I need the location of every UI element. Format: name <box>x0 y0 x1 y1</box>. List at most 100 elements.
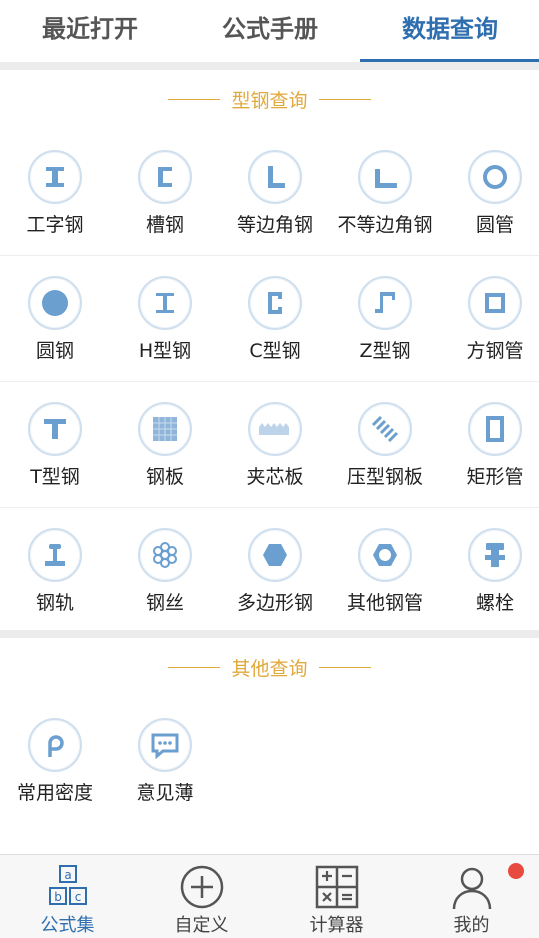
profiled-sheet-icon <box>358 402 412 456</box>
grid-row: 常用密度 意见薄 <box>0 698 539 823</box>
grid-item-label: 槽钢 <box>145 214 184 236</box>
grid-item-z-steel[interactable]: Z型钢 <box>330 256 440 381</box>
grid-item-c-steel[interactable]: C型钢 <box>220 256 330 381</box>
grid-item-steel-plate[interactable]: 钢板 <box>110 382 220 507</box>
grid-item-label: 圆管 <box>475 214 514 236</box>
grid-item-label: 常用密度 <box>16 782 93 804</box>
round-bar-icon <box>28 276 82 330</box>
svg-text:a: a <box>64 868 71 882</box>
grid-item-label: C型钢 <box>249 340 301 362</box>
steel-grid: 工字钢 槽钢 等边角钢 不等边角钢 圆管 圆钢 H型钢 C型钢 Z型钢 方钢管 … <box>0 130 539 633</box>
sandwich-panel-icon <box>248 402 302 456</box>
grid-row: 钢轨 钢丝 多边形钢 其他钢管 螺栓 <box>0 508 539 633</box>
other-grid: 常用密度 意见薄 <box>0 698 539 823</box>
tab-data-query[interactable]: 数据查询 <box>360 0 539 62</box>
grid-item-profiled-sheet[interactable]: 压型钢板 <box>330 382 440 507</box>
nav-label: 公式集 <box>40 915 95 936</box>
density-icon <box>28 718 82 772</box>
grid-item-feedback[interactable]: 意见薄 <box>110 698 220 823</box>
grid-item-unequal-angle[interactable]: 不等边角钢 <box>330 130 440 255</box>
nav-calculator[interactable]: 计算器 <box>269 855 404 938</box>
grid-item-t-steel[interactable]: T型钢 <box>0 382 110 507</box>
grid-item-label: 压型钢板 <box>346 466 423 488</box>
svg-text:c: c <box>75 890 82 904</box>
rect-tube-icon <box>468 402 522 456</box>
tab-formula-handbook[interactable]: 公式手册 <box>180 0 360 62</box>
grid-item-label: 螺栓 <box>475 592 514 614</box>
rail-icon <box>28 528 82 582</box>
grid-item-rect-tube[interactable]: 矩形管 <box>440 382 539 507</box>
bolt-icon <box>468 528 522 582</box>
feedback-icon <box>138 718 192 772</box>
plus-circle-icon <box>180 865 224 909</box>
section-title-steel: 型钢查询 <box>0 86 539 116</box>
grid-item-label: 其他钢管 <box>346 592 423 614</box>
grid-row: 工字钢 槽钢 等边角钢 不等边角钢 圆管 <box>0 130 539 256</box>
divider <box>168 667 221 668</box>
grid-item-label: 方钢管 <box>466 340 524 362</box>
grid-item-label: 等边角钢 <box>236 214 313 236</box>
nav-formula-set[interactable]: a b c 公式集 <box>0 855 135 938</box>
grid-item-label: 钢轨 <box>35 592 74 614</box>
bottom-nav-bar: a b c 公式集 自定义 计算器 我的 <box>0 854 539 938</box>
notification-badge <box>508 863 524 879</box>
divider <box>0 62 539 70</box>
divider <box>168 99 221 100</box>
grid-item-label: 意见薄 <box>136 782 194 804</box>
grid-item-h-beam[interactable]: H型钢 <box>110 256 220 381</box>
tab-recent[interactable]: 最近打开 <box>0 0 180 62</box>
grid-item-density[interactable]: 常用密度 <box>0 698 110 823</box>
grid-item-wire[interactable]: 钢丝 <box>110 508 220 633</box>
channel-steel-icon <box>138 150 192 204</box>
wire-icon <box>138 528 192 582</box>
divider <box>318 667 371 668</box>
nav-label: 我的 <box>453 915 490 936</box>
grid-item-rail[interactable]: 钢轨 <box>0 508 110 633</box>
nav-customize[interactable]: 自定义 <box>134 855 269 938</box>
grid-item-square-tube[interactable]: 方钢管 <box>440 256 539 381</box>
grid-item-label: 圆钢 <box>35 340 74 362</box>
grid-item-bolt[interactable]: 螺栓 <box>440 508 539 633</box>
i-beam-icon <box>28 150 82 204</box>
section-title-other-text: 其他查询 <box>231 658 308 680</box>
divider <box>0 630 539 638</box>
unequal-angle-icon <box>358 150 412 204</box>
divider <box>318 99 371 100</box>
grid-item-label: 工字钢 <box>26 214 84 236</box>
grid-item-i-beam[interactable]: 工字钢 <box>0 130 110 255</box>
steel-plate-icon <box>138 402 192 456</box>
grid-item-sandwich-panel[interactable]: 夹芯板 <box>220 382 330 507</box>
equal-angle-icon <box>248 150 302 204</box>
grid-item-label: Z型钢 <box>359 340 411 362</box>
t-steel-icon <box>28 402 82 456</box>
svg-text:b: b <box>54 890 62 904</box>
grid-item-label: T型钢 <box>30 466 80 488</box>
c-steel-icon <box>248 276 302 330</box>
calculator-icon <box>315 865 359 909</box>
grid-item-round-pipe[interactable]: 圆管 <box>440 130 539 255</box>
grid-row: 圆钢 H型钢 C型钢 Z型钢 方钢管 <box>0 256 539 382</box>
z-steel-icon <box>358 276 412 330</box>
section-title-steel-text: 型钢查询 <box>231 90 308 112</box>
nav-label: 自定义 <box>174 915 229 936</box>
section-title-other: 其他查询 <box>0 654 539 684</box>
grid-item-label: 矩形管 <box>466 466 524 488</box>
grid-item-other-pipe[interactable]: 其他钢管 <box>330 508 440 633</box>
grid-item-label: 夹芯板 <box>246 466 304 488</box>
nav-label: 计算器 <box>309 915 364 936</box>
formula-set-icon: a b c <box>49 865 87 905</box>
grid-item-hexagon-steel[interactable]: 多边形钢 <box>220 508 330 633</box>
grid-item-label: 不等边角钢 <box>337 214 433 236</box>
user-icon <box>452 867 492 910</box>
top-tab-bar: 最近打开 公式手册 数据查询 <box>0 0 539 62</box>
grid-item-channel-steel[interactable]: 槽钢 <box>110 130 220 255</box>
h-beam-icon <box>138 276 192 330</box>
other-pipe-icon <box>358 528 412 582</box>
grid-item-label: H型钢 <box>138 340 192 362</box>
grid-item-label: 钢丝 <box>145 592 184 614</box>
round-pipe-icon <box>468 150 522 204</box>
grid-item-equal-angle[interactable]: 等边角钢 <box>220 130 330 255</box>
grid-item-label: 钢板 <box>145 466 184 488</box>
grid-item-label: 多边形钢 <box>236 592 313 614</box>
grid-item-round-bar[interactable]: 圆钢 <box>0 256 110 381</box>
